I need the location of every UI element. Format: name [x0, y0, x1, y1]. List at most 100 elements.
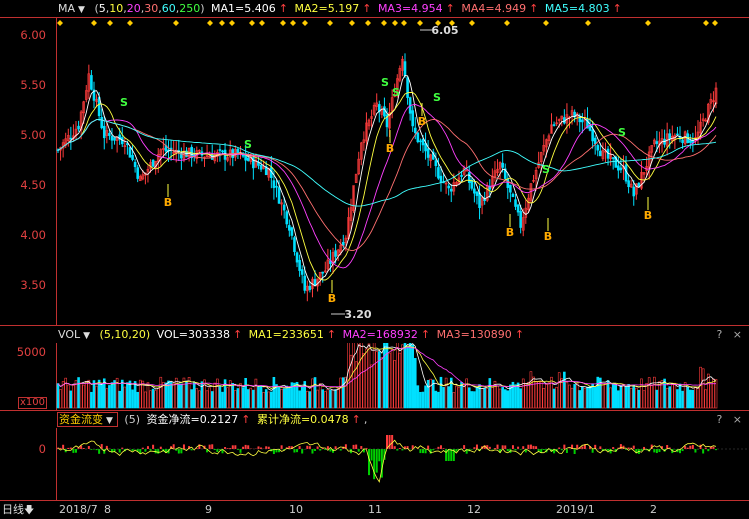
volume-bar	[658, 382, 660, 408]
fundflow-bar	[378, 449, 380, 461]
volume-bar	[399, 353, 401, 408]
volume-bar	[157, 388, 159, 408]
fundflow-indicator-dropdown[interactable]: 资金流变▼	[57, 412, 118, 427]
vol-indicator-label: VOL	[58, 328, 80, 341]
signal-diamond-icon	[327, 20, 333, 26]
candle-body	[407, 78, 409, 98]
period-selector[interactable]: 日线🡇	[2, 501, 34, 519]
fundflow-bar	[293, 449, 295, 453]
volume-bar	[638, 390, 640, 408]
fundflow-bar	[371, 449, 373, 461]
volume-bar	[584, 389, 586, 408]
volume-bar	[96, 386, 98, 408]
buy-marker: B	[164, 196, 172, 209]
candle-body	[676, 134, 678, 135]
volume-bar	[252, 390, 254, 408]
fundflow-bar	[178, 449, 180, 454]
ma-indicator-dropdown[interactable]: MA▼	[58, 2, 88, 15]
candle-body	[581, 120, 583, 122]
vol-ma2-readout: MA2=168932	[343, 328, 418, 341]
fundflow-bar	[335, 446, 337, 449]
moving-average-line	[58, 119, 716, 250]
volume-bars	[0, 343, 749, 410]
fundflow-bar	[684, 446, 686, 449]
volume-bar	[85, 381, 87, 408]
low-price-label: 3.20	[344, 308, 371, 321]
vol-indicator-dropdown[interactable]: VOL▼	[58, 328, 93, 341]
fundflow-bar	[355, 445, 357, 449]
fundflow-bar	[471, 449, 473, 450]
fundflow-bar	[309, 446, 311, 449]
volume-bar	[306, 391, 308, 408]
ma-params: (5,10,20,30,60,250)	[94, 2, 204, 15]
vol-params: (5,10,20)	[100, 328, 151, 341]
volume-chart-panel[interactable]: 5000 x100	[0, 343, 749, 410]
sell-marker: S	[120, 96, 128, 109]
volume-bar	[389, 353, 391, 408]
signal-diamond-icon	[469, 20, 475, 26]
candle-body	[507, 179, 509, 188]
volume-bar	[535, 382, 537, 408]
signal-diamond-icon	[127, 20, 133, 26]
volume-bar	[232, 383, 234, 408]
volume-bar	[563, 372, 565, 408]
volume-bar	[114, 380, 116, 408]
price-chart-panel[interactable]: 6.00 5.50 5.00 4.50 4.00 3.50 BBBBBBBSSS…	[0, 18, 749, 325]
volume-bar	[227, 388, 229, 408]
candle-body	[414, 128, 416, 133]
candle-body	[502, 163, 504, 167]
close-icon[interactable]: ×	[733, 413, 742, 426]
fundflow-bar	[633, 446, 635, 449]
volume-bar	[70, 391, 72, 408]
ma4-readout: MA4=4.949	[461, 2, 526, 15]
candle-body	[448, 186, 450, 188]
volume-bar	[689, 390, 691, 408]
candle-body	[335, 251, 337, 257]
ma-period-5: 60	[162, 2, 176, 15]
fundflow-bar	[576, 445, 578, 449]
candle-body	[461, 175, 463, 176]
fundflow-bar	[517, 447, 519, 449]
candle-body	[479, 193, 481, 208]
candle-body	[342, 242, 344, 245]
candle-body	[283, 205, 285, 210]
volume-bar	[160, 377, 162, 408]
moving-average-line	[58, 76, 716, 287]
main-indicator-bar: MA▼ (5,10,20,30,60,250) MA1=5.406↑ MA2=5…	[0, 0, 749, 17]
volume-bar	[132, 390, 134, 408]
volume-bar	[301, 387, 303, 408]
volume-bar	[656, 390, 658, 408]
volume-bar	[651, 386, 653, 408]
close-icon[interactable]: ×	[733, 328, 742, 341]
sell-marker: S	[542, 163, 550, 176]
fundflow-bar	[450, 449, 452, 461]
fundflow-bar	[265, 446, 267, 449]
fundflow-bar	[489, 447, 491, 449]
fundflow-bar	[455, 449, 457, 452]
help-icon[interactable]: ?	[716, 328, 722, 341]
volume-bar	[360, 343, 362, 408]
volume-bar	[466, 379, 468, 408]
fundflow-bar	[427, 446, 429, 449]
volume-bar	[602, 385, 604, 408]
candle-body	[489, 187, 491, 189]
fundflow-bar	[512, 445, 514, 449]
volume-bar	[101, 384, 103, 408]
fundflow-bar	[75, 449, 77, 453]
candle-body	[293, 238, 295, 252]
help-icon[interactable]: ?	[716, 413, 722, 426]
volume-bar	[222, 392, 224, 408]
volume-bar	[440, 377, 442, 408]
volume-bar	[527, 382, 529, 408]
volume-bar	[674, 383, 676, 408]
volume-bar	[427, 380, 429, 408]
volume-bar	[576, 384, 578, 408]
fundflow-cumulative-readout: 累计净流=0.0478	[257, 413, 349, 426]
fundflow-chart-panel[interactable]: 0	[0, 428, 749, 500]
volume-bar	[581, 387, 583, 408]
candle-body	[286, 212, 288, 224]
volume-bar	[124, 387, 126, 408]
volume-bar	[666, 388, 668, 408]
candle-body	[422, 139, 424, 145]
fundflow-bar	[530, 445, 532, 449]
